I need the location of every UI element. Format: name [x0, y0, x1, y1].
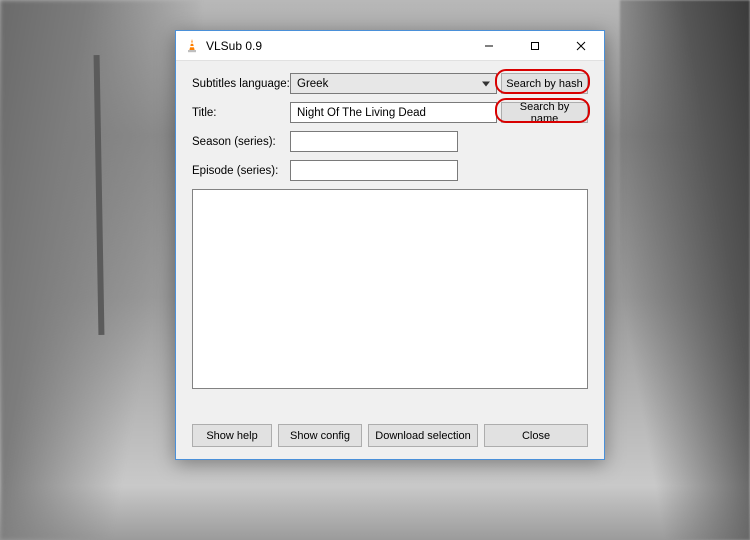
vlc-cone-icon: [184, 38, 200, 54]
close-button[interactable]: Close: [484, 424, 588, 447]
window-title: VLSub 0.9: [206, 39, 262, 53]
titlebar[interactable]: VLSub 0.9: [176, 31, 604, 61]
vlsub-window: VLSub 0.9 Subtitles language: Greek Sear…: [175, 30, 605, 460]
language-label: Subtitles language:: [192, 78, 290, 90]
language-value: Greek: [297, 78, 328, 90]
background-pole: [94, 55, 105, 335]
episode-label: Episode (series):: [192, 165, 290, 177]
season-label: Season (series):: [192, 136, 290, 148]
episode-input[interactable]: [290, 160, 458, 181]
title-input[interactable]: [290, 102, 497, 123]
footer-buttons: Show help Show config Download selection…: [192, 424, 588, 447]
title-label: Title:: [192, 107, 290, 119]
language-combobox[interactable]: Greek: [290, 73, 497, 94]
close-window-button[interactable]: [558, 31, 604, 61]
results-listbox[interactable]: [192, 189, 588, 389]
minimize-button[interactable]: [466, 31, 512, 61]
show-config-button[interactable]: Show config: [278, 424, 362, 447]
chevron-down-icon: [482, 81, 490, 86]
search-by-hash-button[interactable]: Search by hash: [501, 73, 588, 94]
show-help-button[interactable]: Show help: [192, 424, 272, 447]
download-selection-button[interactable]: Download selection: [368, 424, 478, 447]
maximize-button[interactable]: [512, 31, 558, 61]
season-input[interactable]: [290, 131, 458, 152]
form-area: Subtitles language: Greek Search by hash…: [176, 61, 604, 399]
search-by-name-button[interactable]: Search by name: [501, 102, 588, 123]
